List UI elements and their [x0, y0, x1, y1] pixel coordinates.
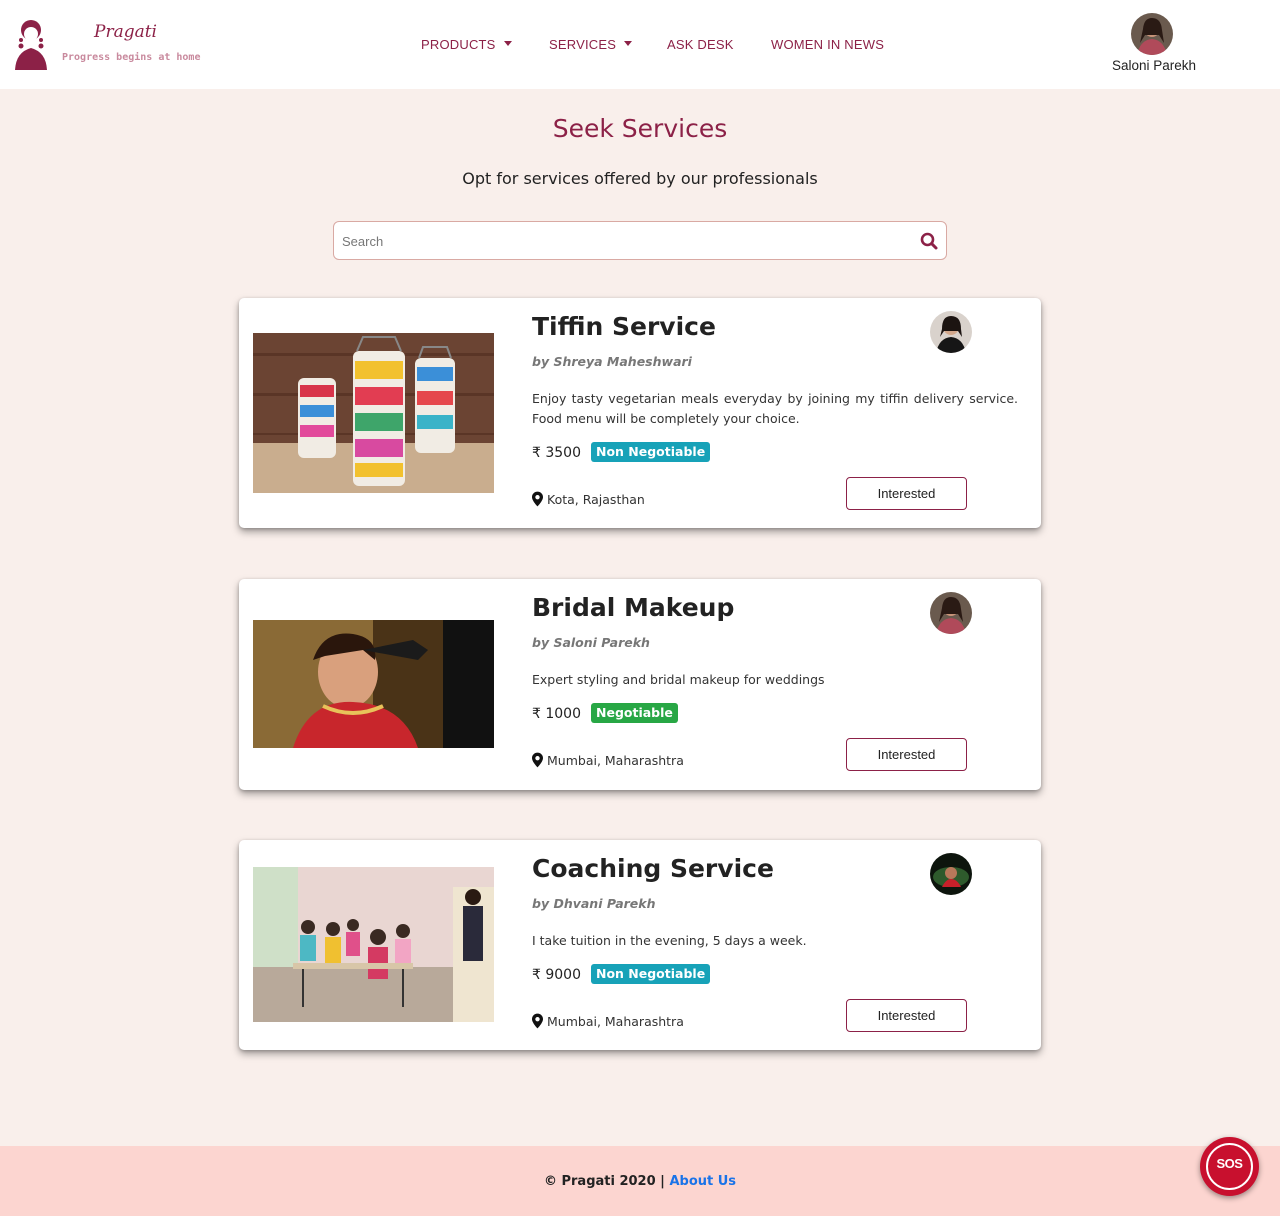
footer-copyright: © Pragati 2020 |: [543, 1174, 665, 1189]
nav-products[interactable]: PRODUCTS: [421, 37, 512, 52]
service-author: by Saloni Parekh: [532, 635, 650, 650]
nav-women-in-news[interactable]: WOMEN IN NEWS: [771, 37, 884, 52]
service-location: Mumbai, Maharashtra: [532, 1013, 684, 1029]
map-pin-icon: [532, 491, 543, 507]
service-card: Coaching Service by Dhvani Parekh I take…: [239, 840, 1041, 1050]
service-location: Mumbai, Maharashtra: [532, 752, 684, 768]
service-price-row: ₹ 9000 Non Negotiable: [532, 964, 711, 984]
service-location-text: Kota, Rajasthan: [547, 492, 645, 507]
service-description: Expert styling and bridal makeup for wed…: [532, 672, 825, 687]
nav-services-label: SERVICES: [549, 37, 617, 52]
service-description: I take tuition in the evening, 5 days a …: [532, 933, 807, 948]
service-description: Enjoy tasty vegetarian meals everyday by…: [532, 391, 1018, 426]
service-price: ₹ 9000: [532, 967, 581, 983]
service-title: Coaching Service: [532, 854, 774, 883]
brand-name: Pragati: [94, 22, 157, 42]
top-navbar: Pragati Progress begins at home PRODUCTS…: [0, 0, 1280, 89]
service-price-row: ₹ 3500 Non Negotiable: [532, 442, 711, 462]
service-image-tiffin: [253, 333, 494, 493]
about-us-link[interactable]: About Us: [669, 1174, 736, 1189]
nav-services[interactable]: SERVICES: [549, 37, 633, 52]
service-price: ₹ 1000: [532, 706, 581, 722]
page-title: Seek Services: [552, 114, 728, 143]
footer-text: © Pragati 2020 | About Us: [0, 1174, 1280, 1189]
interested-button[interactable]: Interested: [846, 738, 967, 771]
service-title: Bridal Makeup: [532, 593, 735, 622]
provider-avatar[interactable]: [930, 592, 972, 634]
service-author: by Dhvani Parekh: [532, 896, 656, 911]
nav-ask-desk-label: ASK DESK: [667, 37, 734, 52]
sos-button[interactable]: SOS: [1200, 1137, 1259, 1196]
brand-logo[interactable]: Pragati Progress begins at home: [12, 18, 200, 72]
interested-button[interactable]: Interested: [846, 477, 967, 510]
user-name: Saloni Parekh: [1111, 58, 1197, 73]
map-pin-icon: [532, 1013, 543, 1029]
service-location-text: Mumbai, Maharashtra: [547, 1014, 684, 1029]
caret-down-icon: [503, 41, 512, 47]
page-subtitle: Opt for services offered by our professi…: [462, 169, 818, 188]
interested-button[interactable]: Interested: [846, 999, 967, 1032]
search-icon[interactable]: [919, 231, 939, 251]
caret-down-icon: [624, 41, 633, 47]
nav-products-label: PRODUCTS: [421, 37, 496, 52]
negotiability-badge: Negotiable: [591, 703, 678, 723]
provider-avatar[interactable]: [930, 311, 972, 353]
service-location: Kota, Rajasthan: [532, 491, 645, 507]
user-avatar[interactable]: [1131, 13, 1173, 55]
sos-label: SOS: [1216, 1156, 1243, 1171]
service-card: Bridal Makeup by Saloni Parekh Expert st…: [239, 579, 1041, 790]
service-price-row: ₹ 1000 Negotiable: [532, 703, 678, 723]
service-price: ₹ 3500: [532, 445, 581, 461]
search-input[interactable]: [342, 231, 902, 251]
provider-avatar[interactable]: [930, 853, 972, 895]
negotiability-badge: Non Negotiable: [591, 442, 711, 462]
search-bar: [333, 221, 947, 260]
service-card: Tiffin Service by Shreya Maheshwari Enjo…: [239, 298, 1041, 528]
logo-icon: [15, 20, 47, 70]
nav-ask-desk[interactable]: ASK DESK: [667, 37, 734, 52]
brand-tagline: Progress begins at home: [62, 52, 201, 63]
service-location-text: Mumbai, Maharashtra: [547, 753, 684, 768]
map-pin-icon: [532, 752, 543, 768]
footer: © Pragati 2020 | About Us: [0, 1146, 1280, 1216]
service-title: Tiffin Service: [532, 312, 716, 341]
service-image-bridal: [253, 620, 494, 748]
nav-women-in-news-label: WOMEN IN NEWS: [771, 37, 885, 52]
service-image-coaching: [253, 867, 494, 1022]
negotiability-badge: Non Negotiable: [591, 964, 711, 984]
service-author: by Shreya Maheshwari: [532, 354, 692, 369]
